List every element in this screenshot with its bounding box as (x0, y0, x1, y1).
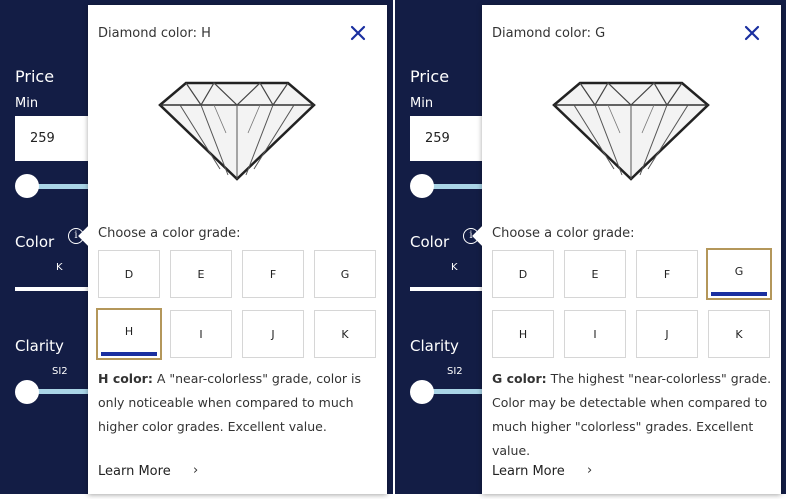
grade-f-button[interactable]: F (636, 250, 698, 298)
color-slider-track[interactable] (15, 287, 90, 291)
close-icon[interactable] (743, 24, 761, 42)
selected-indicator (101, 352, 157, 356)
min-price-value: 259 (425, 131, 450, 146)
grade-label: J (271, 328, 275, 341)
grade-h-button[interactable]: H (96, 308, 162, 360)
selected-indicator (711, 292, 767, 296)
clarity-label: Clarity (15, 337, 64, 355)
grade-label: I (593, 328, 597, 341)
min-label: Min (410, 96, 434, 111)
grade-label: F (663, 268, 671, 281)
grade-k-button[interactable]: K (708, 310, 770, 358)
grade-label: K (341, 328, 349, 341)
color-label: Color (410, 233, 450, 251)
grade-i-button[interactable]: I (564, 310, 626, 358)
right-panel: Price Min 259 Color i K Clarity SI2 Diam… (395, 0, 786, 499)
grade-h-button[interactable]: H (492, 310, 554, 358)
popup-title: Diamond color: G (492, 26, 606, 41)
grade-g-button[interactable]: G (314, 250, 376, 298)
diamond-icon (158, 81, 316, 181)
learn-more-link[interactable]: Learn More (98, 464, 171, 479)
price-slider-handle[interactable] (410, 174, 434, 198)
choose-grade-label: Choose a color grade: (492, 226, 635, 241)
color-range-value: K (451, 262, 458, 273)
grade-description: H color: A "near-colorless" grade, color… (98, 367, 380, 439)
min-price-value: 259 (30, 131, 55, 146)
diamond-icon (552, 81, 710, 181)
grade-i-button[interactable]: I (170, 310, 232, 358)
left-panel: Price Min 259 Color i K Clarity SI2 Diam… (0, 0, 393, 499)
clarity-slider-handle[interactable] (15, 380, 39, 404)
grade-label: J (665, 328, 669, 341)
grade-label: H (124, 325, 134, 338)
grade-j-button[interactable]: J (636, 310, 698, 358)
grade-label: G (340, 268, 350, 281)
learn-more-link[interactable]: Learn More (492, 464, 565, 479)
popup-title: Diamond color: H (98, 26, 211, 41)
grade-label: E (197, 268, 205, 281)
color-range-value: K (56, 262, 63, 273)
grade-f-button[interactable]: F (242, 250, 304, 298)
grade-label: K (735, 328, 743, 341)
close-icon[interactable] (349, 24, 367, 42)
color-grade-popup: Diamond color: G Choose a color grade: D… (472, 5, 781, 494)
grade-d-button[interactable]: D (492, 250, 554, 298)
grade-label: I (199, 328, 203, 341)
grade-g-button[interactable]: G (706, 248, 772, 300)
grade-label: E (591, 268, 599, 281)
price-label: Price (410, 67, 450, 86)
color-slider-track[interactable] (410, 287, 485, 291)
grade-label: D (124, 268, 134, 281)
grade-d-button[interactable]: D (98, 250, 160, 298)
clarity-slider-handle[interactable] (410, 380, 434, 404)
grade-j-button[interactable]: J (242, 310, 304, 358)
clarity-range-value: SI2 (447, 366, 463, 377)
grade-label: G (734, 265, 744, 278)
clarity-range-value: SI2 (52, 366, 68, 377)
grade-e-button[interactable]: E (564, 250, 626, 298)
desc-label: H color: (98, 371, 153, 386)
min-label: Min (15, 96, 39, 111)
grade-e-button[interactable]: E (170, 250, 232, 298)
choose-grade-label: Choose a color grade: (98, 226, 241, 241)
grade-label: F (269, 268, 277, 281)
chevron-right-icon[interactable]: › (587, 463, 592, 478)
grade-label: D (518, 268, 528, 281)
chevron-right-icon[interactable]: › (193, 463, 198, 478)
desc-label: G color: (492, 371, 547, 386)
price-slider-handle[interactable] (15, 174, 39, 198)
grade-label: H (518, 328, 528, 341)
clarity-label: Clarity (410, 337, 459, 355)
grade-description: G color: The highest "near-colorless" gr… (492, 367, 774, 463)
price-label: Price (15, 67, 55, 86)
color-grade-popup: Diamond color: H Choose a color grade: D… (78, 5, 387, 494)
color-label: Color (15, 233, 55, 251)
grade-k-button[interactable]: K (314, 310, 376, 358)
